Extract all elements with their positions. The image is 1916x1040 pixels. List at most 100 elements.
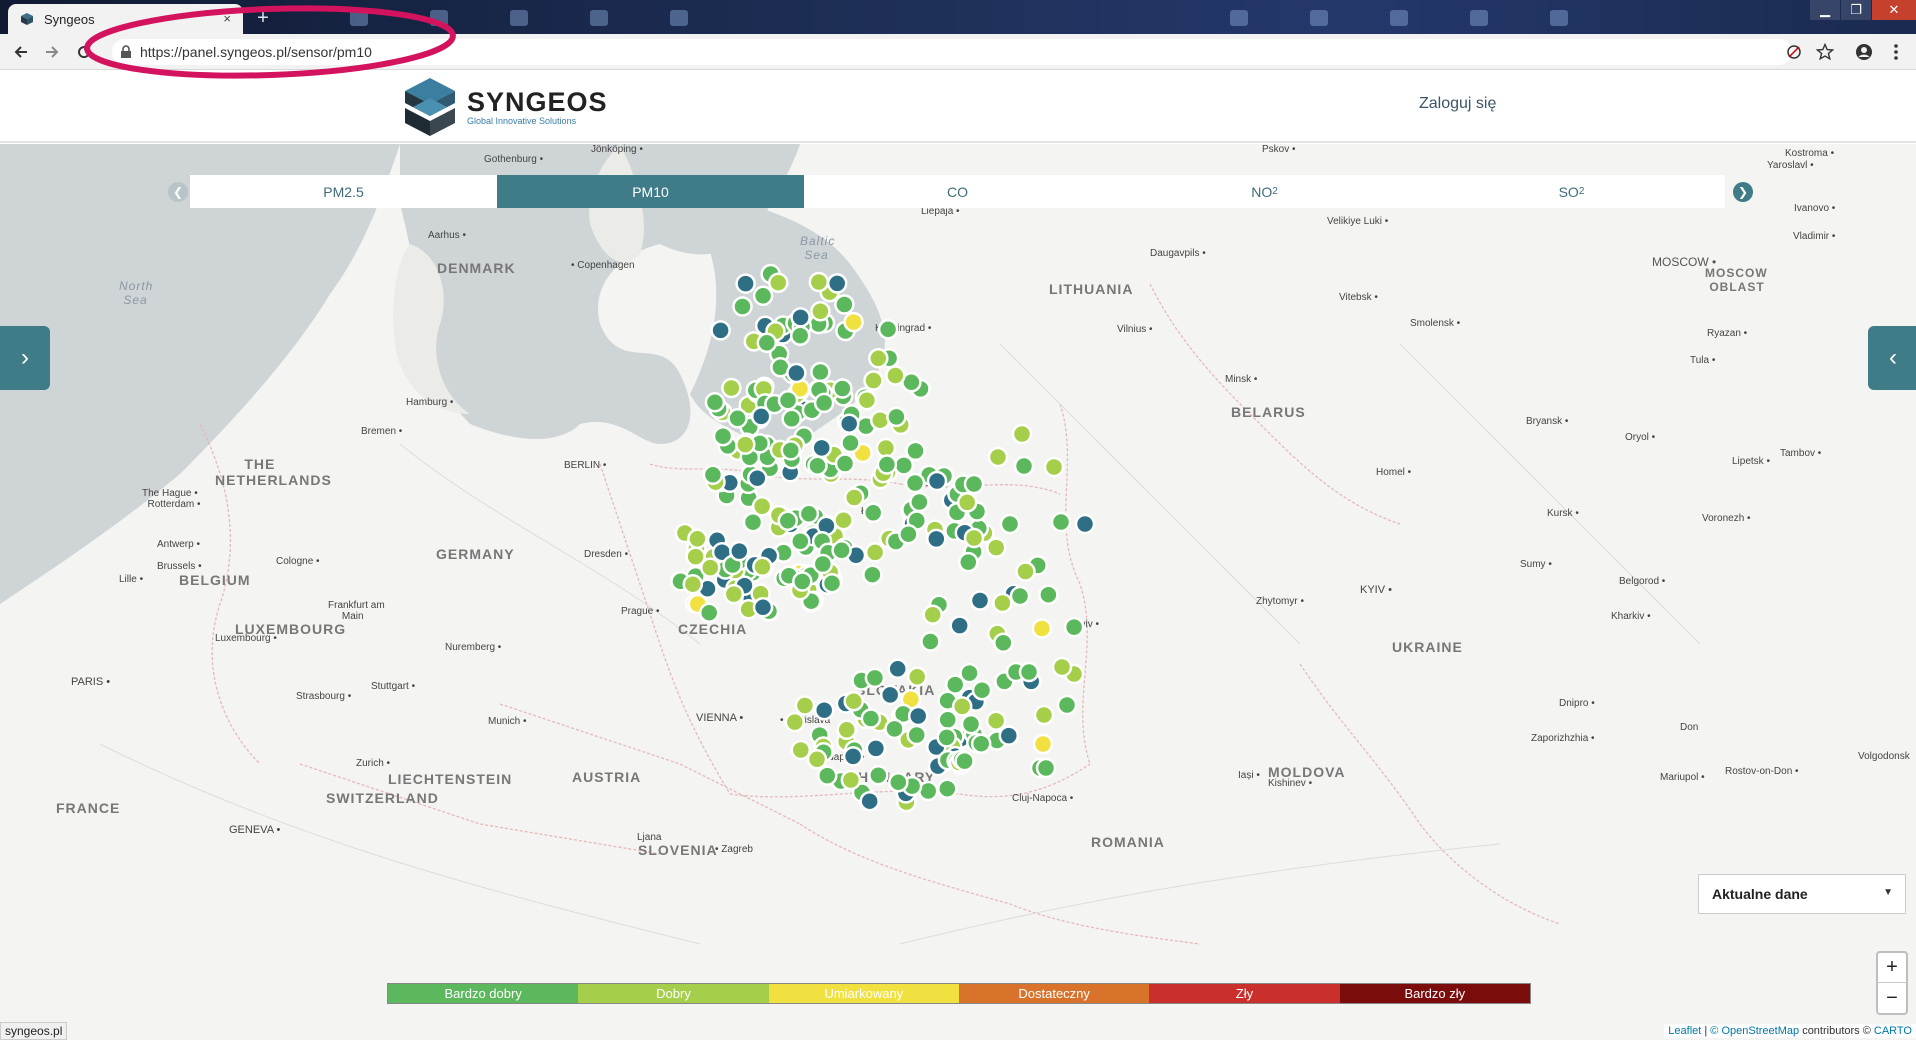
sensor-marker[interactable] [698, 602, 720, 623]
sensor-marker[interactable] [1018, 661, 1040, 683]
sensor-marker[interactable] [1032, 733, 1054, 755]
sensor-marker[interactable] [752, 556, 773, 578]
data-period-select[interactable]: Aktualne dane ▼ [1698, 874, 1906, 914]
sensor-marker[interactable] [958, 551, 979, 573]
sensor-marker[interactable] [735, 434, 756, 455]
sensor-marker[interactable] [1063, 616, 1085, 638]
sensor-marker[interactable] [868, 764, 889, 786]
sensor-marker[interactable] [798, 503, 820, 525]
sensor-marker[interactable] [789, 325, 811, 346]
syngeos-logo[interactable]: SYNGEOS Global Innovative Solutions [403, 76, 608, 138]
sensor-marker[interactable] [784, 711, 806, 733]
sensor-marker[interactable] [777, 390, 799, 411]
sensor-marker[interactable] [862, 564, 883, 585]
sensor-marker[interactable] [843, 487, 865, 508]
sensor-marker[interactable] [790, 739, 812, 761]
reload-icon[interactable] [73, 41, 95, 63]
sensor-marker[interactable] [727, 408, 748, 429]
sensor-marker[interactable] [998, 725, 1020, 746]
sensor-marker[interactable] [937, 778, 958, 799]
sensor-marker[interactable] [863, 370, 884, 391]
sensor-marker[interactable] [937, 709, 958, 731]
sensor-marker[interactable] [987, 446, 1009, 468]
sensor-marker[interactable] [877, 319, 899, 340]
sensor-marker[interactable] [864, 542, 886, 563]
sensor-marker[interactable] [885, 365, 906, 386]
sensor-marker[interactable] [790, 531, 811, 552]
sensor-marker[interactable] [876, 454, 898, 475]
sensor-marker[interactable] [862, 502, 884, 524]
sensor-marker[interactable] [721, 377, 742, 399]
sensor-marker[interactable] [959, 662, 980, 684]
window-close-icon[interactable]: ✕ [1872, 0, 1916, 20]
sensor-marker[interactable] [806, 749, 828, 770]
sensor-marker[interactable] [826, 273, 848, 294]
zoom-in-button[interactable]: + [1878, 953, 1906, 983]
pollutant-prev-icon[interactable]: ❮ [168, 182, 188, 202]
sensor-marker[interactable] [838, 413, 860, 434]
sensor-marker[interactable] [909, 491, 930, 513]
sensor-marker[interactable] [834, 453, 856, 474]
sensor-marker[interactable] [1051, 656, 1073, 678]
sensor-marker[interactable] [810, 301, 831, 322]
sensor-marker[interactable] [832, 378, 853, 399]
back-icon[interactable] [10, 41, 32, 63]
sensor-marker[interactable] [702, 464, 724, 486]
tab-no2[interactable]: NO 2 [1111, 175, 1418, 208]
sensor-marker[interactable] [781, 408, 802, 430]
sensor-marker[interactable] [821, 572, 843, 594]
sensor-marker[interactable] [992, 592, 1013, 614]
sensor-marker[interactable] [951, 696, 973, 717]
tab-close-icon[interactable]: × [223, 11, 231, 26]
sensor-marker[interactable] [810, 361, 831, 383]
sensor-marker[interactable] [956, 492, 978, 513]
carto-link[interactable]: CARTO [1874, 1025, 1912, 1037]
bookmark-star-icon[interactable] [1815, 42, 1835, 62]
sensor-marker[interactable] [813, 392, 835, 414]
sensor-marker[interactable] [836, 719, 857, 741]
sensor-marker[interactable] [817, 765, 838, 786]
sensor-marker[interactable] [1015, 561, 1036, 582]
sensor-marker[interactable] [954, 750, 975, 772]
sensor-marker[interactable] [864, 667, 886, 689]
sensor-marker[interactable] [922, 604, 943, 625]
forward-icon[interactable] [41, 41, 63, 63]
sensor-marker[interactable] [920, 631, 941, 652]
sensor-marker[interactable] [865, 738, 887, 759]
tab-pm25[interactable]: PM2.5 [190, 175, 497, 208]
sensor-marker[interactable] [1038, 584, 1059, 605]
sensor-marker[interactable] [1033, 704, 1055, 726]
sensor-marker[interactable] [812, 553, 834, 575]
sensor-marker[interactable] [1035, 757, 1057, 779]
sensor-marker[interactable] [840, 769, 862, 791]
pollutant-next-icon[interactable]: ❯ [1733, 182, 1753, 202]
sensor-marker[interactable] [807, 455, 828, 476]
minimize-icon[interactable]: ▁ [1810, 0, 1840, 20]
sensor-marker[interactable] [842, 746, 864, 767]
sensor-marker[interactable] [1074, 513, 1096, 535]
sensor-marker[interactable] [790, 307, 811, 328]
new-tab-button[interactable]: + [250, 8, 276, 30]
sensor-marker[interactable] [729, 540, 750, 562]
tab-co[interactable]: CO [804, 175, 1111, 208]
sensor-marker[interactable] [906, 666, 928, 688]
sensor-marker[interactable] [970, 733, 992, 754]
zoom-out-button[interactable]: − [1878, 983, 1906, 1013]
sensor-marker[interactable] [682, 573, 704, 595]
sensor-marker[interactable] [710, 320, 731, 341]
sensor-marker[interactable] [1009, 585, 1031, 607]
sensor-marker[interactable] [794, 695, 816, 716]
sensor-marker[interactable] [833, 509, 854, 531]
sensor-marker[interactable] [843, 311, 864, 333]
sensor-marker[interactable] [700, 557, 721, 578]
sensor-marker[interactable] [949, 615, 970, 636]
sensor-marker[interactable] [840, 432, 861, 454]
sensor-marker[interactable] [813, 699, 835, 721]
sensor-marker[interactable] [856, 389, 878, 411]
sensor-marker[interactable] [893, 455, 915, 476]
sensor-marker[interactable] [752, 285, 774, 307]
menu-dots-icon[interactable] [1886, 42, 1906, 62]
leaflet-link[interactable]: Leaflet [1668, 1025, 1701, 1037]
sensor-marker[interactable] [831, 540, 852, 561]
sensor-marker[interactable] [792, 571, 813, 592]
